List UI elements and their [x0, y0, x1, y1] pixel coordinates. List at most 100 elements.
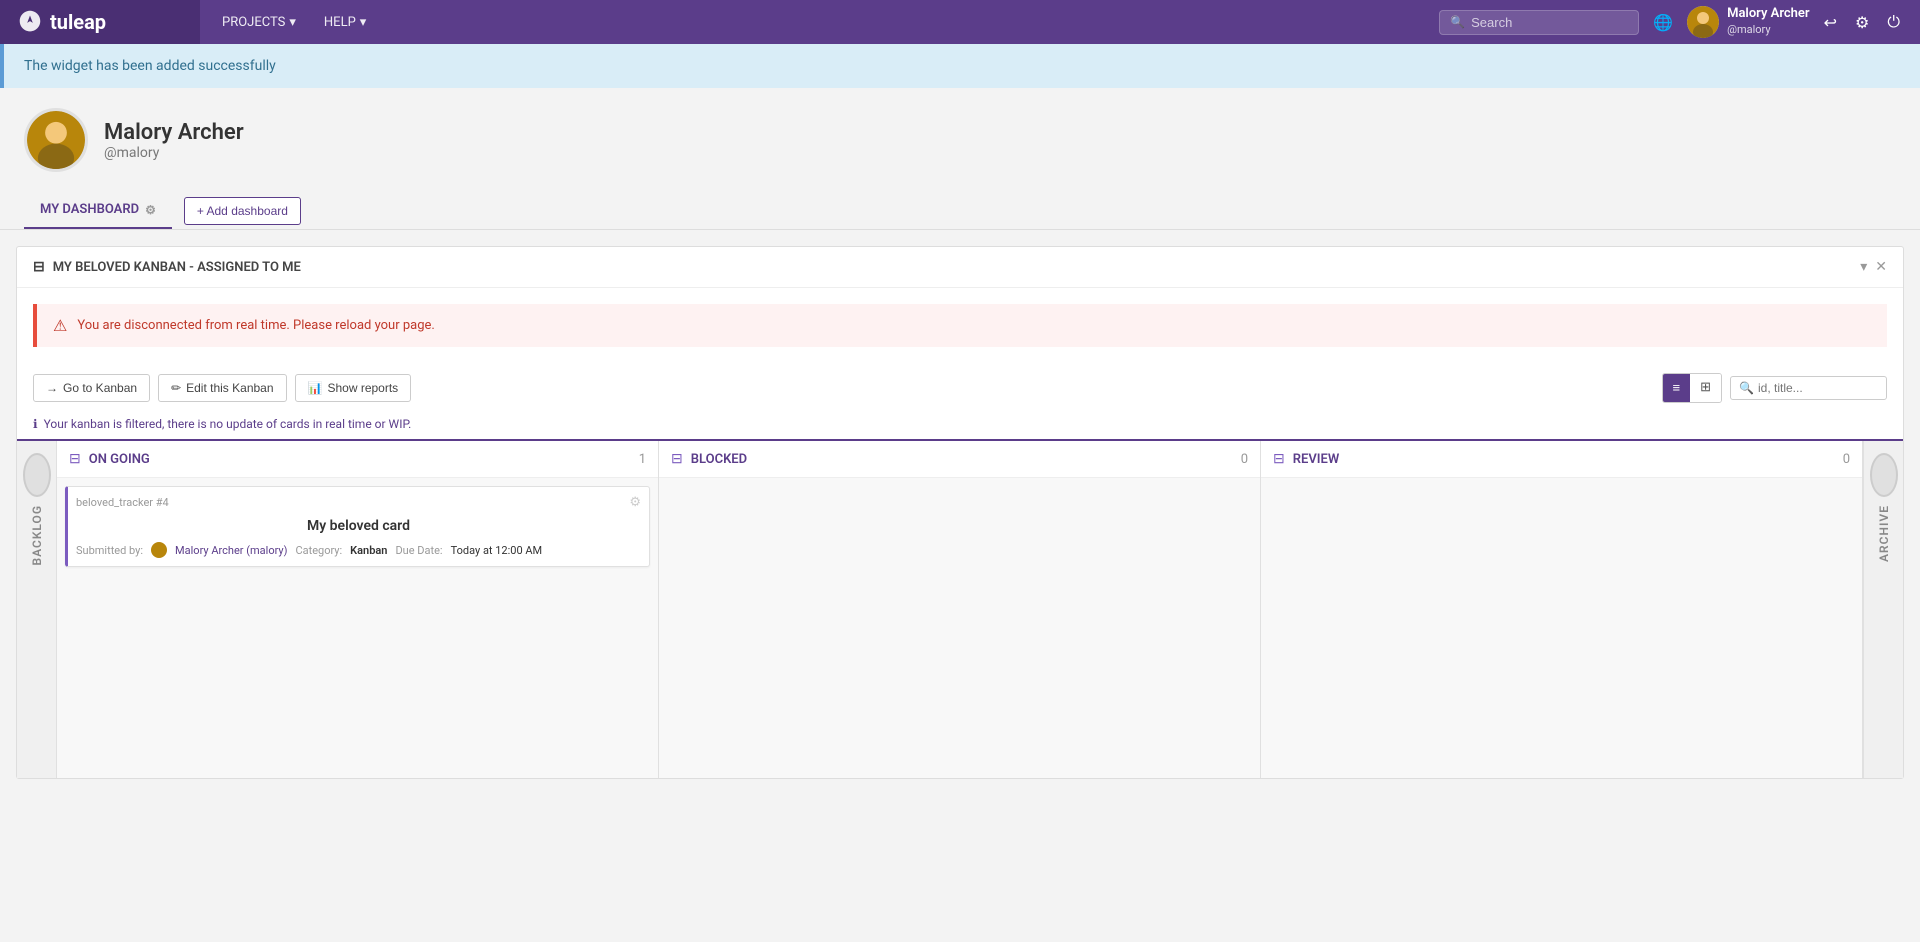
col-header-review: ⊟ REVIEW 0 [1261, 441, 1862, 478]
col-header-ongoing: ⊟ ON GOING 1 [57, 441, 658, 478]
view-toggle: ≡ ⊞ [1662, 373, 1723, 403]
list-view-button[interactable]: ≡ [1663, 374, 1691, 402]
history-icon[interactable]: ↩ [1820, 9, 1841, 36]
arrow-right-icon: → [46, 381, 58, 395]
kanban-card: beloved_tracker #4 ⚙ My beloved card Sub… [65, 486, 650, 567]
col-body-blocked [659, 478, 1260, 778]
profile-avatar [24, 108, 88, 172]
user-name: Malory Archer [1727, 6, 1810, 23]
power-icon[interactable]: ⏻ [1883, 8, 1904, 36]
widget-container: ⊟ MY BELOVED KANBAN - ASSIGNED TO ME ▾ ✕… [16, 246, 1904, 779]
kanban-widget-icon: ⊟ [33, 259, 45, 275]
col-header-left-ongoing: ⊟ ON GOING [69, 451, 150, 467]
col-count-blocked: 0 [1241, 452, 1248, 467]
avatar [1687, 6, 1719, 38]
kanban-col-review: ⊟ REVIEW 0 [1261, 441, 1863, 778]
logo-text: tuleap [50, 10, 106, 34]
archive-oval [1870, 453, 1898, 497]
due-date-label: Due Date: [395, 544, 442, 557]
submitted-by-label: Submitted by: [76, 544, 143, 557]
tabs-bar: MY DASHBOARD ⚙ + Add dashboard [0, 192, 1920, 230]
nav-items: PROJECTS ▾ HELP ▾ [200, 9, 1423, 36]
nav-projects[interactable]: PROJECTS ▾ [210, 9, 308, 36]
globe-icon[interactable]: 🌐 [1649, 9, 1677, 36]
topnav-right: 🔍 🌐 Malory Archer @malory ↩ ⚙ ⏻ [1423, 6, 1920, 38]
col-body-review [1261, 478, 1862, 778]
submitted-by-value[interactable]: Malory Archer (malory) [175, 544, 287, 557]
search-icon: 🔍 [1450, 15, 1465, 29]
col-count-ongoing: 1 [639, 452, 646, 467]
profile-section: Malory Archer @malory [0, 88, 1920, 192]
kanban-col-blocked: ⊟ BLOCKED 0 [659, 441, 1261, 778]
card-title: My beloved card [76, 518, 641, 534]
kanban-col-ongoing: ⊟ ON GOING 1 beloved_tracker #4 ⚙ My bel… [57, 441, 659, 778]
kanban-board: BACKLOG ⊟ ON GOING 1 beloved_tracker #4 … [17, 439, 1903, 778]
widget-header-actions: ▾ ✕ [1860, 259, 1887, 275]
widget-title: ⊟ MY BELOVED KANBAN - ASSIGNED TO ME [33, 259, 301, 275]
col-collapse-ongoing[interactable]: ⊟ [69, 451, 81, 467]
top-navigation: tuleap PROJECTS ▾ HELP ▾ 🔍 🌐 M [0, 0, 1920, 44]
chart-icon: 📊 [308, 381, 323, 395]
card-header: beloved_tracker #4 ⚙ [76, 495, 641, 510]
add-dashboard-button[interactable]: + Add dashboard [184, 197, 301, 225]
error-message: You are disconnected from real time. Ple… [77, 318, 434, 333]
profile-info: Malory Archer @malory [104, 120, 244, 161]
kanban-toolbar: → Go to Kanban ✏ Edit this Kanban 📊 Show… [17, 363, 1903, 413]
dashboard-settings-icon[interactable]: ⚙ [145, 203, 156, 217]
error-icon: ⚠ [53, 316, 67, 335]
kanban-search-input[interactable] [1758, 381, 1878, 395]
kanban-search-box[interactable]: 🔍 [1730, 376, 1887, 400]
card-meta: Submitted by: Malory Archer (malory) Cat… [76, 542, 641, 558]
col-header-left-blocked: ⊟ BLOCKED [671, 451, 747, 467]
col-header-blocked: ⊟ BLOCKED 0 [659, 441, 1260, 478]
kanban-search-icon: 🔍 [1739, 381, 1754, 395]
card-settings-icon[interactable]: ⚙ [629, 495, 641, 510]
edit-kanban-button[interactable]: ✏ Edit this Kanban [158, 374, 286, 402]
grid-view-button[interactable]: ⊞ [1690, 374, 1721, 402]
user-menu[interactable]: Malory Archer @malory [1687, 6, 1810, 38]
search-box[interactable]: 🔍 [1439, 10, 1639, 35]
tab-my-dashboard[interactable]: MY DASHBOARD ⚙ [24, 192, 172, 229]
col-count-review: 0 [1843, 452, 1850, 467]
avatar-image [1687, 6, 1719, 38]
search-input[interactable] [1471, 15, 1628, 30]
nav-help[interactable]: HELP ▾ [312, 9, 378, 36]
backlog-label: BACKLOG [30, 505, 44, 566]
edit-icon: ✏ [171, 381, 181, 395]
go-to-kanban-button[interactable]: → Go to Kanban [33, 374, 150, 402]
col-title-ongoing: ON GOING [89, 452, 150, 467]
widget-header: ⊟ MY BELOVED KANBAN - ASSIGNED TO ME ▾ ✕ [17, 247, 1903, 288]
category-value: Kanban [350, 544, 387, 557]
submitted-by-avatar [151, 542, 167, 558]
col-header-left-review: ⊟ REVIEW [1273, 451, 1339, 467]
profile-name: Malory Archer [104, 120, 244, 145]
tuleap-logo-icon [16, 8, 44, 36]
logo[interactable]: tuleap [0, 0, 200, 44]
due-date-value: Today at 12:00 AM [451, 544, 543, 557]
col-collapse-blocked[interactable]: ⊟ [671, 451, 683, 467]
backlog-oval [23, 453, 51, 497]
col-body-ongoing: beloved_tracker #4 ⚙ My beloved card Sub… [57, 478, 658, 778]
widget-collapse-icon[interactable]: ▾ [1860, 259, 1867, 275]
backlog-column: BACKLOG [17, 441, 57, 778]
widget-close-icon[interactable]: ✕ [1875, 259, 1887, 275]
notification-message: The widget has been added successfully [24, 58, 276, 74]
archive-label: ARCHIVE [1877, 505, 1891, 562]
error-banner: ⚠ You are disconnected from real time. P… [33, 304, 1887, 347]
category-label: Category: [295, 544, 342, 557]
filter-icon: ℹ [33, 417, 38, 431]
user-text: Malory Archer @malory [1727, 6, 1810, 37]
col-title-blocked: BLOCKED [691, 452, 747, 467]
card-id: beloved_tracker #4 [76, 496, 169, 509]
settings-icon[interactable]: ⚙ [1851, 9, 1873, 36]
profile-handle: @malory [104, 145, 244, 161]
help-dropdown-icon: ▾ [360, 15, 367, 30]
col-collapse-review[interactable]: ⊟ [1273, 451, 1285, 467]
profile-avatar-image [27, 111, 85, 169]
show-reports-button[interactable]: 📊 Show reports [295, 374, 412, 402]
col-title-review: REVIEW [1293, 452, 1340, 467]
kanban-toolbar-left: → Go to Kanban ✏ Edit this Kanban 📊 Show… [33, 374, 411, 402]
filter-note: ℹ Your kanban is filtered, there is no u… [17, 413, 1903, 439]
kanban-toolbar-right: ≡ ⊞ 🔍 [1662, 373, 1887, 403]
user-handle: @malory [1727, 23, 1810, 37]
